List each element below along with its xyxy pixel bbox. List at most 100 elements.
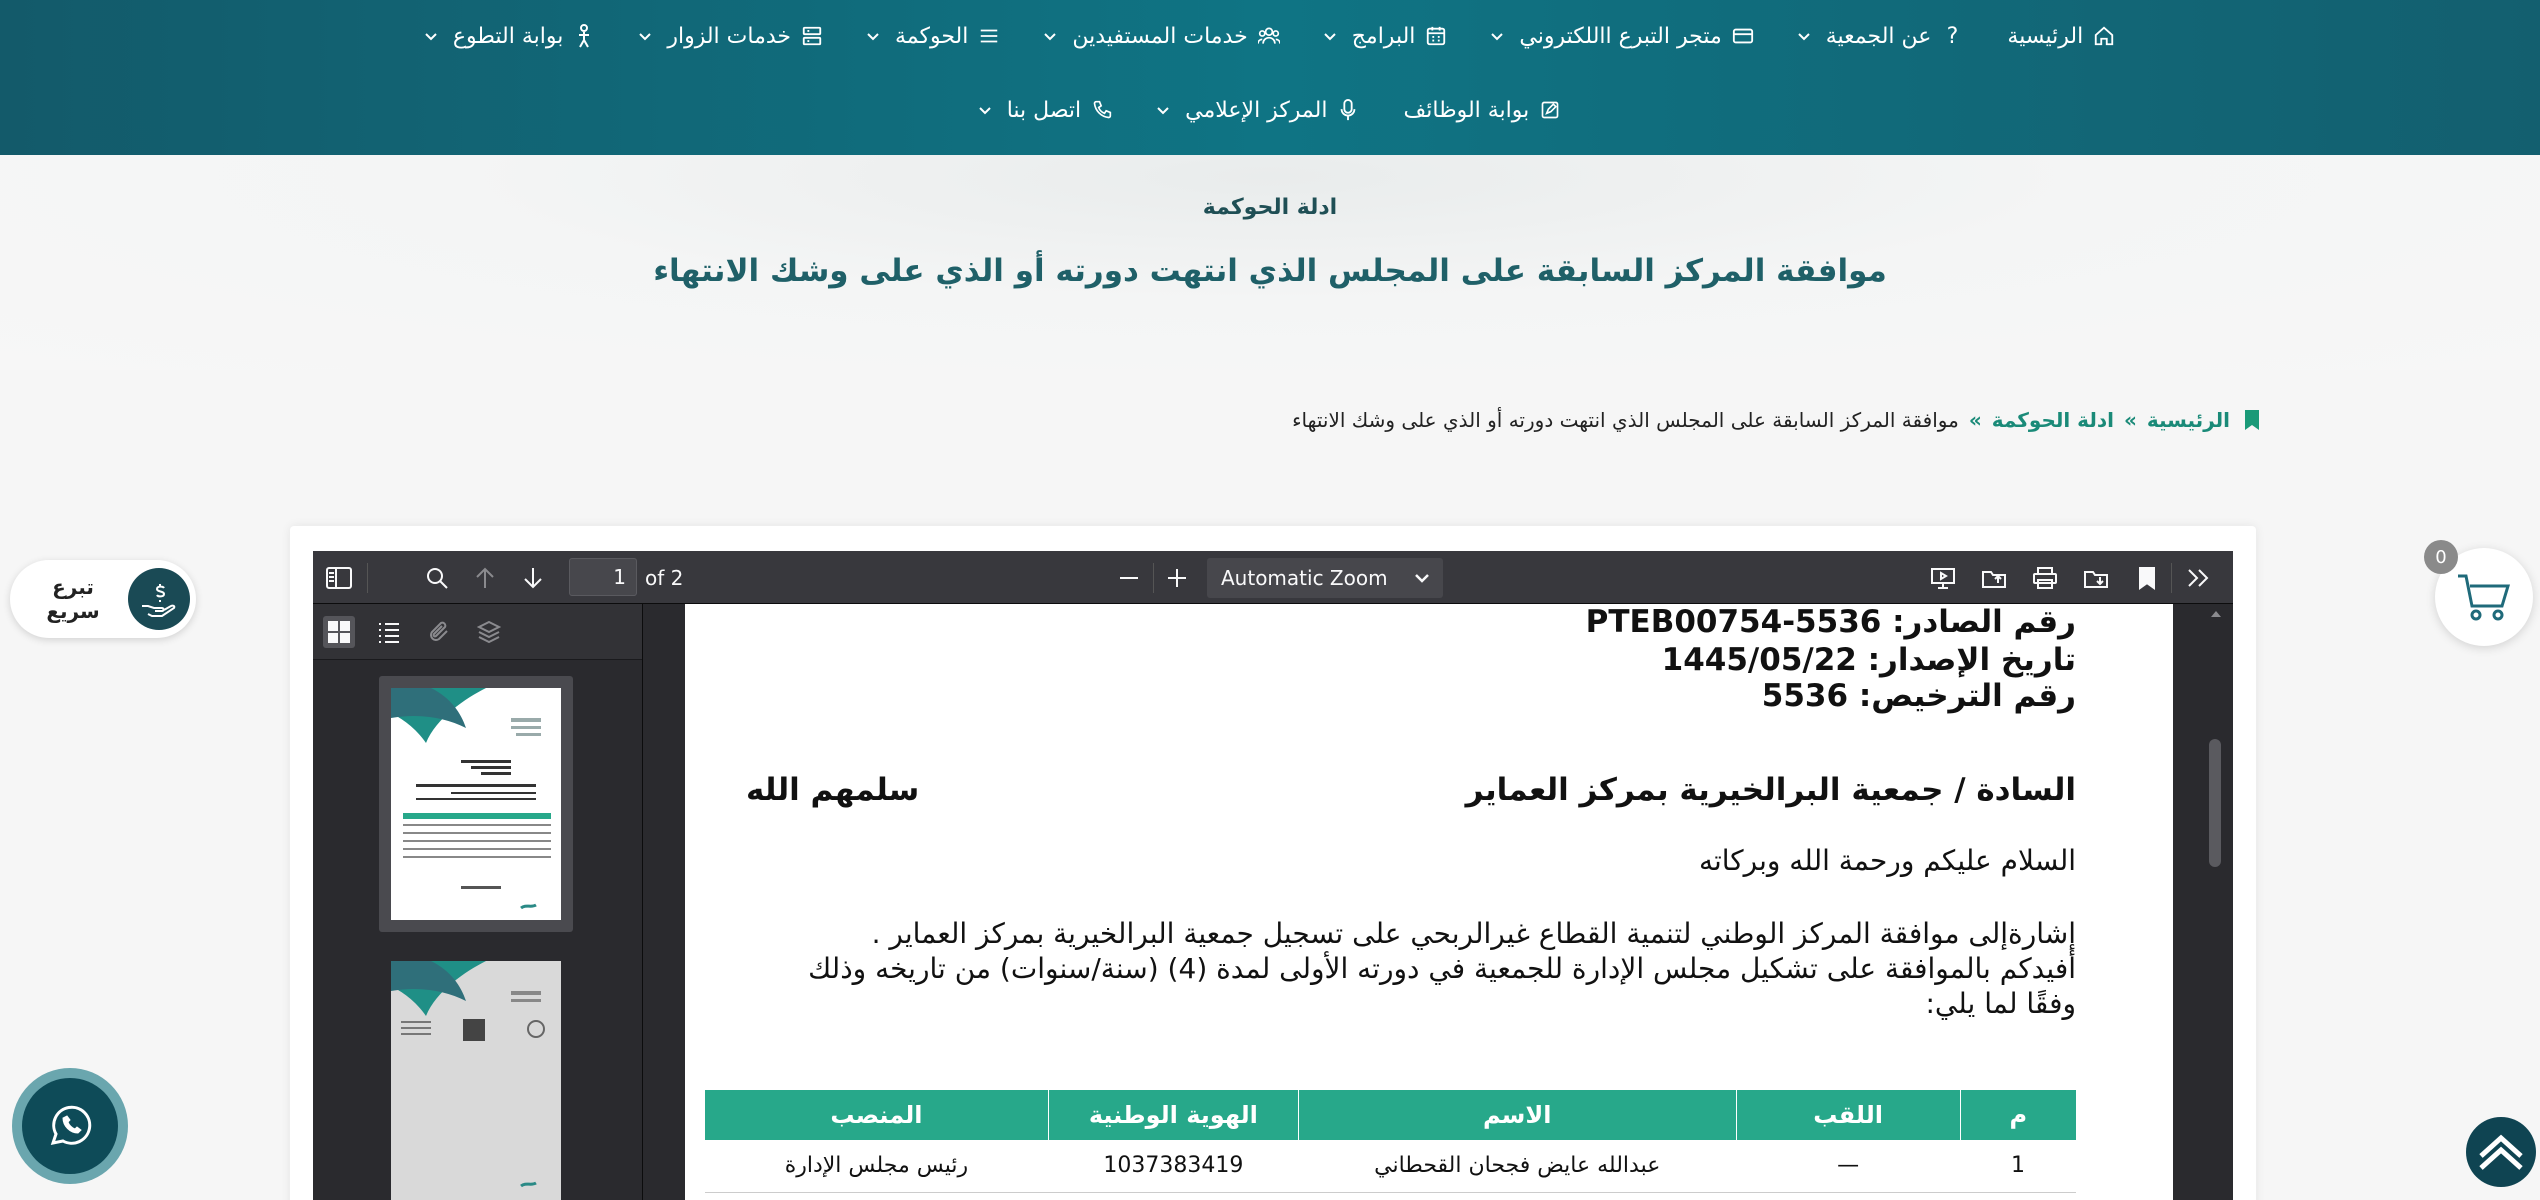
paperclip-icon [430, 621, 448, 641]
letter-body-line: وفقًا لما يلي: [1925, 987, 2077, 1020]
chevron-down-icon [1415, 574, 1429, 583]
letter-body-line: إشارةإلى موافقة المركز الوطني لتنمية الق… [871, 917, 2076, 950]
table-cell: 1037383419 [1048, 1140, 1299, 1193]
chevron-down-icon [1157, 104, 1169, 116]
page-scrollbar[interactable] [2206, 604, 2226, 1200]
table-row: 1 — عبدالله عايض فجحان القحطاني 10373834… [704, 1140, 2076, 1193]
nav-item-visitors[interactable]: خدمات الزوار [617, 18, 845, 54]
nav-label: خدمات الزوار [667, 23, 791, 49]
quick-donate-label: تبرع سريع [46, 575, 100, 623]
phone-icon [1091, 99, 1113, 121]
quick-donate-button[interactable]: تبرع سريع [10, 560, 196, 638]
toolbar-divider [1153, 563, 1154, 593]
sidebar-toggle-icon [326, 567, 352, 589]
column-header: الاسم [1297, 1090, 1737, 1140]
folder-open-icon [1982, 571, 2006, 588]
card-icon [1732, 25, 1754, 47]
nav-item-contact[interactable]: اتصل بنا [957, 92, 1135, 128]
sidebar-toggle-button[interactable] [323, 562, 355, 594]
nav-label: البرامج [1351, 23, 1416, 49]
chevron-down-icon [1323, 30, 1336, 42]
bookmark-icon [2139, 567, 2155, 590]
issue-date: تاريخ الإصدار: 1445/05/22 [1661, 642, 2076, 678]
column-header: م [1959, 1090, 2076, 1140]
arrow-down-icon [524, 568, 542, 589]
breadcrumb-section[interactable]: ادلة الحوكمة [1992, 408, 2114, 432]
attachments-view-button[interactable] [423, 616, 455, 648]
page-thumbnail-1[interactable] [379, 676, 573, 932]
chevron-down-icon [867, 30, 879, 42]
nav-item-beneficiaries[interactable]: خدمات المستفيدين [1022, 18, 1301, 54]
chevron-down-icon [979, 104, 991, 116]
presentation-icon [1931, 568, 1955, 589]
outline-view-button[interactable] [373, 616, 405, 648]
previous-page-button[interactable] [469, 562, 501, 594]
nav-label: خدمات المستفيدين [1072, 23, 1248, 49]
nav-item-volunteer[interactable]: بوابة التطوع [403, 18, 618, 54]
scrollbar-thumb[interactable] [2209, 739, 2221, 867]
top-navigation: الرئيسية ? عن الجمعية متجر التبرع االلكت… [0, 0, 2540, 155]
zoom-select-value: Automatic Zoom [1221, 566, 1388, 590]
download-button[interactable] [2080, 562, 2112, 594]
pdf-page-area: رقم الصادر: PTEB00754-5536 تاريخ الإصدار… [644, 604, 2233, 1200]
breadcrumb-separator: » [2123, 408, 2137, 432]
zoom-in-button[interactable] [1161, 562, 1193, 594]
search-icon [427, 568, 448, 589]
layers-view-button[interactable] [473, 616, 505, 648]
thumbnail-view-button[interactable] [323, 616, 355, 648]
nav-row-secondary: بوابة الوظائف المركز الإعلامي اتصل بنا [0, 92, 2540, 128]
print-button[interactable] [2029, 562, 2061, 594]
page-thumbnail-2[interactable] [379, 949, 573, 1200]
cart-count-badge: 0 [2424, 540, 2458, 574]
nav-item-media[interactable]: المركز الإعلامي [1135, 92, 1381, 128]
arrow-up-icon [476, 567, 494, 588]
chevron-down-icon [425, 30, 437, 42]
nav-label: متجر التبرع االلكتروني [1519, 23, 1722, 49]
thumbnail-image [391, 961, 561, 1200]
open-file-button[interactable] [1978, 562, 2010, 594]
page-number-input[interactable] [569, 558, 637, 596]
shopping-cart-icon [2458, 574, 2511, 621]
letter-body-line: أفيدكم بالموافقة على تشكيل مجلس الإدارة … [808, 952, 2076, 985]
print-icon [2033, 567, 2057, 589]
scroll-to-top-button[interactable] [2466, 1117, 2536, 1187]
page-count: of 2 [645, 566, 684, 590]
breadcrumb-home[interactable]: الرئيسية [2147, 408, 2230, 432]
salutation: السلام عليكم ورحمة الله وبركاته [1698, 844, 2076, 877]
calendar-icon [1425, 25, 1447, 47]
download-icon [2084, 571, 2108, 588]
nav-row-primary: الرئيسية ? عن الجمعية متجر التبرع االلكت… [0, 18, 2540, 54]
nav-label: بوابة الوظائف [1403, 97, 1530, 123]
users-icon [1257, 25, 1280, 47]
breadcrumb-current: موافقة المركز السابقة على المجلس الذي ان… [1292, 408, 1959, 432]
edit-icon [1539, 99, 1561, 121]
nav-item-programs[interactable]: البرامج [1302, 18, 1470, 54]
next-page-button[interactable] [517, 562, 549, 594]
bookmark-button[interactable] [2131, 562, 2163, 594]
mic-icon [1337, 99, 1359, 121]
home-icon [2093, 25, 2115, 47]
pdf-page: رقم الصادر: PTEB00754-5536 تاريخ الإصدار… [685, 604, 2173, 1200]
table-header-row: م اللقب الاسم الهوية الوطنية المنصب [704, 1090, 2076, 1140]
grid-icon [328, 621, 350, 643]
nav-label: الحوكمة [895, 23, 969, 49]
bookmark-icon [2245, 410, 2259, 430]
presentation-mode-button[interactable] [1927, 562, 1959, 594]
find-button[interactable] [421, 562, 453, 594]
zoom-out-button[interactable] [1113, 562, 1145, 594]
column-header: المنصب [704, 1090, 1049, 1140]
donate-hand-icon [128, 568, 190, 630]
nav-item-home[interactable]: الرئيسية [1985, 18, 2137, 54]
layers-icon [477, 620, 501, 644]
page-hero: ادلة الحوكمة موافقة المركز السابقة على ا… [0, 155, 2540, 370]
nav-item-governance[interactable]: الحوكمة [845, 18, 1022, 54]
zoom-select[interactable]: Automatic Zoom [1207, 558, 1443, 598]
nav-item-jobs[interactable]: بوابة الوظائف [1381, 92, 1583, 128]
tools-menu-button[interactable] [2183, 562, 2215, 594]
nav-item-about[interactable]: ? عن الجمعية [1776, 18, 1986, 54]
whatsapp-button[interactable] [12, 1068, 128, 1184]
minus-icon [1120, 577, 1138, 579]
nav-item-store[interactable]: متجر التبرع االلكتروني [1469, 18, 1775, 54]
toolbar-divider [2171, 563, 2172, 593]
nav-label: اتصل بنا [1006, 97, 1082, 123]
